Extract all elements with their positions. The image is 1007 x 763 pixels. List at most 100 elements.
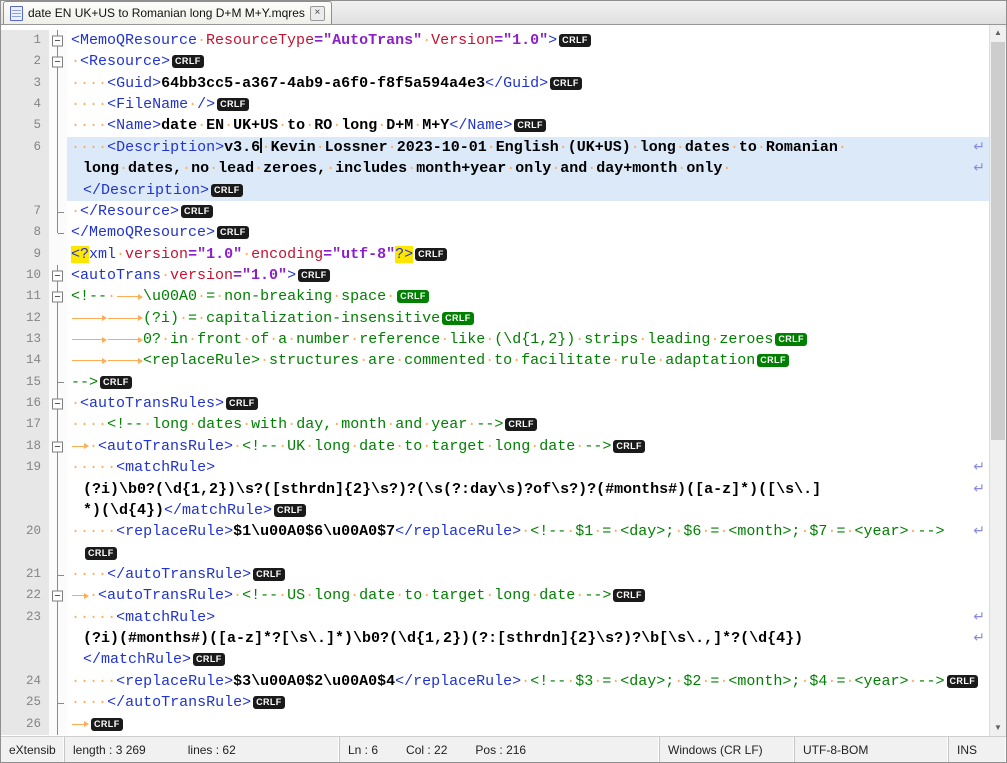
fold-guide (49, 563, 67, 586)
fold-guide (49, 200, 67, 223)
line-number[interactable]: 8 (1, 222, 49, 244)
line-number[interactable] (1, 628, 49, 650)
editor-line[interactable]: 11 <!--·\u00A0·=·non-breaking·space·CRLF (1, 286, 989, 309)
fold-guide (49, 136, 67, 159)
editor-line[interactable]: 21 ····</autoTransRule> CRLF (1, 563, 989, 586)
crlf-eol-badge: CRLF (217, 226, 249, 240)
editor-line[interactable]: (?i)(#months#)([a-z]*?[\s\.]*)\b0?(\d{1,… (1, 628, 989, 650)
line-text: ·<autoTransRule>·<!--·UK·long·date·to·ta… (67, 436, 989, 457)
line-number[interactable]: 13 (1, 329, 49, 351)
vertical-scrollbar[interactable]: ▲ ▼ (989, 25, 1006, 736)
line-text: ·····<replaceRule>$3\u00A0$2\u00A0$4</re… (67, 671, 989, 692)
editor-line[interactable]: 24 ·····<replaceRule>$3\u00A0$2\u00A0$4</… (1, 670, 989, 693)
status-eol-format[interactable]: Windows (CR LF) (660, 737, 795, 762)
editor-line[interactable]: </Description> CRLF (1, 179, 989, 202)
status-encoding[interactable]: UTF-8-BOM (795, 737, 949, 762)
editor-line[interactable]: 4 ····<FileName·/> CRLF (1, 94, 989, 116)
line-number[interactable]: 19 (1, 457, 49, 479)
line-number[interactable]: 22 (1, 585, 49, 607)
line-number[interactable] (1, 542, 49, 564)
line-number[interactable] (1, 179, 49, 201)
line-number[interactable]: 14 (1, 350, 49, 372)
editor-line[interactable]: (?i)\b0?(\d{1,2})\s?([sthrdn]{2}\s?)?(\s… (1, 478, 989, 501)
scroll-up-icon[interactable]: ▲ (990, 25, 1006, 41)
scroll-down-icon[interactable]: ▼ (990, 720, 1006, 736)
line-wrap-icon: ↵ (973, 630, 985, 647)
editor-line[interactable]: long·dates,·no·lead·zeroes,·includes·mon… (1, 158, 989, 180)
editor-line[interactable]: </matchRule> CRLF (1, 649, 989, 672)
crlf-eol-badge: CRLF (274, 503, 306, 517)
editor-line[interactable]: 26 CRLF (1, 713, 989, 736)
editor-line[interactable]: 15 --> CRLF (1, 371, 989, 394)
editor-line[interactable]: 12 (?i)·=·capitalization-insensitive CRLF (1, 307, 989, 330)
editor-line[interactable]: 9 <?xml·version="1.0"·encoding="utf-8"?> C… (1, 243, 989, 265)
editor-line[interactable]: 8 </MemoQResource> CRLF (1, 222, 989, 244)
fold-collapse-marker[interactable] (49, 286, 67, 309)
editor-line[interactable]: 10 <autoTrans·version="1.0">CRLF (1, 264, 989, 287)
editor-line[interactable]: 19 ·····<matchRule> ↵ (1, 457, 989, 479)
editor-line[interactable]: 20 ·····<replaceRule>$1\u00A0$6\u00A0$7</… (1, 521, 989, 543)
line-number[interactable]: 10 (1, 264, 49, 287)
editor-line[interactable]: 7 ·</Resource> CRLF (1, 200, 989, 223)
editor-line[interactable]: *)(\d{4})</matchRule> CRLF (1, 499, 989, 522)
line-number[interactable]: 15 (1, 371, 49, 394)
line-number[interactable]: 18 (1, 435, 49, 458)
line-number[interactable]: 5 (1, 115, 49, 137)
line-number[interactable]: 26 (1, 713, 49, 735)
line-number[interactable]: 21 (1, 563, 49, 586)
crlf-eol-badge: CRLF (91, 717, 123, 731)
editor-line[interactable]: 1 <MemoQResource·ResourceType="AutoTrans"… (1, 30, 989, 52)
line-number[interactable]: 1 (1, 30, 49, 52)
editor-line[interactable]: 18 ·<autoTransRule>·<!--·UK·long·date·to·… (1, 435, 989, 458)
editor-line[interactable]: 16 ·<autoTransRules>CRLF (1, 393, 989, 415)
line-number[interactable]: 16 (1, 393, 49, 415)
editor-line[interactable]: 5 ····<Name>date·EN·UK+US·to·RO·long·D+M·… (1, 115, 989, 138)
line-number[interactable]: 3 (1, 72, 49, 95)
line-number[interactable]: 17 (1, 414, 49, 436)
scrollbar-thumb[interactable] (991, 42, 1005, 440)
line-text: (?i)·=·capitalization-insensitive CRLF (67, 308, 989, 329)
crlf-eol-badge: CRLF (100, 375, 132, 389)
editor-line[interactable]: CRLF (1, 542, 989, 565)
line-number[interactable]: 23 (1, 606, 49, 629)
editor-line[interactable]: 22 ·<autoTransRule>·<!--·US·long·date·to·… (1, 585, 989, 608)
line-number[interactable]: 25 (1, 692, 49, 714)
line-text: <MemoQResource·ResourceType="AutoTrans"·… (67, 30, 989, 51)
line-number[interactable]: 20 (1, 521, 49, 543)
fold-collapse-marker[interactable] (49, 435, 67, 458)
line-number[interactable] (1, 478, 49, 500)
fold-collapse-marker[interactable] (49, 264, 67, 287)
line-number[interactable] (1, 158, 49, 180)
line-number[interactable]: 12 (1, 307, 49, 330)
close-icon[interactable]: × (309, 5, 325, 21)
line-number[interactable]: 9 (1, 243, 49, 265)
line-number[interactable] (1, 649, 49, 671)
line-number[interactable]: 11 (1, 286, 49, 308)
line-number[interactable]: 4 (1, 94, 49, 116)
editor-line[interactable]: 3 ····<Guid>64bb3cc5-a367-4ab9-a6f0-f8f5a… (1, 72, 989, 95)
status-insert-mode[interactable]: INS (949, 737, 1006, 762)
document-tab[interactable]: date EN UK+US to Romanian long D+M M+Y.m… (3, 1, 332, 24)
fold-guide (49, 115, 67, 138)
editor-line[interactable]: 17 ····<!--·long·dates·with·day,·month·an… (1, 414, 989, 437)
fold-collapse-marker[interactable] (49, 585, 67, 608)
fold-collapse-marker[interactable] (49, 393, 67, 415)
line-number[interactable] (1, 499, 49, 522)
fold-collapse-marker[interactable] (49, 51, 67, 74)
editor-rows[interactable]: 1 <MemoQResource·ResourceType="AutoTrans"… (1, 25, 989, 736)
line-wrap-icon: ↵ (973, 138, 985, 155)
line-number[interactable]: 24 (1, 670, 49, 693)
editor-line[interactable]: 6 ····<Description>v3.6 ·Kevin·Lossner·202… (1, 136, 989, 159)
line-text: ····<Guid>64bb3cc5-a367-4ab9-a6f0-f8f5a5… (67, 73, 989, 94)
line-number[interactable]: 7 (1, 200, 49, 223)
line-wrap-icon: ↵ (973, 480, 985, 497)
line-number[interactable]: 2 (1, 51, 49, 73)
line-wrap-icon: ↵ (973, 608, 985, 625)
editor-line[interactable]: 14 <replaceRule>·structures·are·commented… (1, 350, 989, 373)
editor-line[interactable]: 13 0?·in·front·of·a·number·reference·like… (1, 329, 989, 351)
fold-collapse-marker[interactable] (49, 30, 67, 52)
editor-line[interactable]: 2 ·<Resource>CRLF (1, 51, 989, 74)
line-number[interactable]: 6 (1, 136, 49, 159)
editor-line[interactable]: 23 ·····<matchRule> ↵ (1, 606, 989, 629)
editor-line[interactable]: 25 ····</autoTransRule> CRLF (1, 692, 989, 714)
